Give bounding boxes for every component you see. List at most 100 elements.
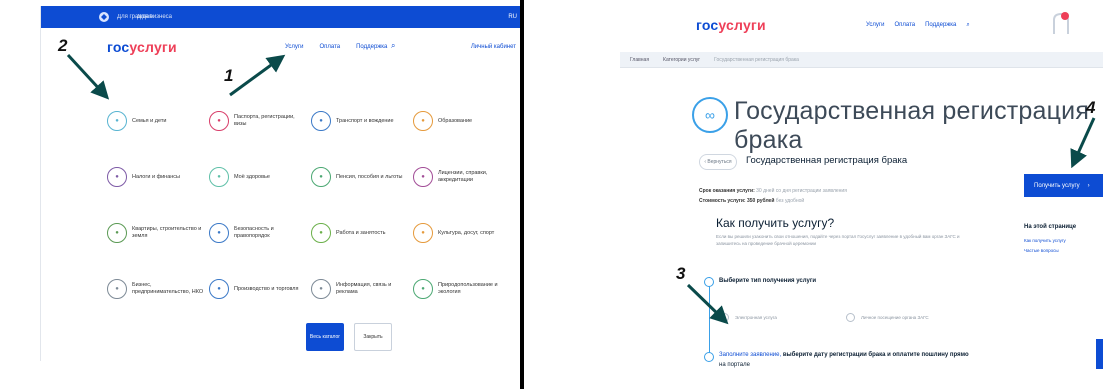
category-label: Культура, досуг, спорт — [438, 229, 495, 236]
category-label: Природопользование и экология — [438, 282, 498, 295]
cost-label: Стоимость услуги: 350 рублей — [699, 198, 775, 204]
category-label: Бизнес, предпринимательство, НКО — [132, 282, 204, 295]
all-catalog-button[interactable]: Весь каталог — [306, 323, 344, 351]
feedback-tab[interactable] — [1096, 339, 1103, 369]
nav-services[interactable]: Услуги — [285, 44, 303, 50]
step-1-title: Выберите тип получения услуги — [719, 278, 817, 284]
emblem-icon — [99, 12, 109, 22]
left-browser-frame: Для граждан Для бизнеса RU госуслуги Усл… — [40, 6, 520, 361]
radio-circle[interactable] — [846, 313, 855, 322]
how-to-heading: Как получить услугу? — [716, 216, 835, 230]
breadcrumb-current: Государственная регистрация брака — [714, 56, 799, 63]
gosuslugi-logo[interactable]: госуслуги — [107, 39, 177, 55]
annotation-2: 2 — [58, 36, 68, 55]
language-switch[interactable]: RU — [508, 14, 517, 20]
culture-icon: ● — [413, 223, 433, 243]
gosuslugi-logo[interactable]: госуслуги — [696, 17, 766, 33]
nav-payment[interactable]: Оплата — [894, 22, 915, 29]
top-bar: Для граждан Для бизнеса RU — [41, 6, 520, 28]
personal-cabinet-link[interactable]: Личный кабинет — [471, 44, 516, 50]
category-label: Моё здоровье — [234, 173, 270, 180]
step-2-text: Заполните заявление, выберите дату регис… — [719, 352, 969, 358]
category-item[interactable]: ● Моё здоровье — [209, 149, 311, 205]
category-item[interactable]: ● Природопользование и экология — [413, 261, 515, 317]
hide-button[interactable]: Закрыть — [354, 323, 392, 351]
category-item[interactable]: ● Паспорта, регистрации, визы — [209, 93, 311, 149]
production-icon: ● — [209, 279, 229, 299]
annotation-3: 3 — [676, 264, 686, 283]
work-icon: ● — [311, 223, 331, 243]
search-icon[interactable]: ⌕ — [966, 22, 969, 29]
on-page-link-faq[interactable]: Частые вопросы — [1024, 248, 1059, 253]
logo-part-gos: гос — [107, 39, 130, 55]
cost-value: без удобной — [775, 198, 805, 204]
service-cost: Стоимость услуги: 350 рублей без удобной — [699, 198, 804, 204]
site-header: госуслуги Услуги Оплата Поддержка ⌕ — [524, 0, 1103, 50]
step-2-continuation: на портале — [719, 362, 750, 368]
category-item[interactable]: ● Транспорт и вождение — [311, 93, 413, 149]
rings-icon: ∞ — [692, 97, 728, 133]
category-item[interactable]: ● Культура, досуг, спорт — [413, 205, 515, 261]
category-item[interactable]: ● Работа и занятость — [311, 205, 413, 261]
get-service-button[interactable]: Получить услугу › — [1024, 174, 1103, 197]
categories-grid: ● Семья и дети ● Паспорта, регистрации, виз… — [107, 93, 517, 317]
nav-support[interactable]: Поддержка — [925, 22, 956, 29]
category-label: Квартиры, строительство и земля — [132, 226, 202, 239]
right-screenshot: госуслуги Услуги Оплата Поддержка ⌕ Глав… — [524, 0, 1103, 389]
category-item[interactable]: ● Информация, связь и реклама — [311, 261, 413, 317]
breadcrumb-home[interactable]: Главная — [630, 57, 649, 63]
category-label: Образование — [438, 117, 473, 124]
term-label: Срок оказания услуги: — [699, 188, 755, 194]
category-item[interactable]: ● Бизнес, предпринимательство, НКО — [107, 261, 209, 317]
page-title: Государственная регистрация брака — [734, 97, 1090, 154]
category-item[interactable]: ● Налоги и финансы — [107, 149, 209, 205]
back-button[interactable]: ‹ Вернуться — [699, 154, 737, 170]
radio-label: Электронная услуга — [735, 315, 777, 320]
category-label: Налоги и финансы — [132, 173, 181, 180]
radio-label: Личное посещение органа ЗАГС — [861, 315, 929, 320]
education-icon: ● — [413, 111, 433, 131]
category-label: Транспорт и вождение — [336, 117, 394, 124]
topbar-item-business[interactable]: Для бизнеса — [137, 14, 172, 20]
category-item[interactable]: ● Образование — [413, 93, 515, 149]
info-icon: ● — [311, 279, 331, 299]
category-item[interactable]: ● Семья и дети — [107, 93, 209, 149]
radio-in-person[interactable]: Личное посещение органа ЗАГС — [846, 313, 929, 322]
logo-part-gos: гос — [696, 17, 719, 33]
category-label: Производство и торговля — [234, 285, 299, 292]
breadcrumb-categories[interactable]: Категории услуг — [663, 57, 700, 63]
taxes-icon: ● — [107, 167, 127, 187]
on-this-page-heading: На этой странице — [1024, 224, 1077, 230]
category-item[interactable]: ● Пенсия, пособия и льготы — [311, 149, 413, 205]
ecology-icon: ● — [413, 279, 433, 299]
nav-support[interactable]: Поддержка — [356, 44, 387, 50]
user-avatar-icon[interactable] — [1050, 10, 1072, 36]
category-label: Семья и дети — [132, 117, 167, 124]
left-screenshot: Для граждан Для бизнеса RU госуслуги Усл… — [0, 0, 520, 389]
breadcrumb: Главная Категории услуг Государственная … — [620, 52, 1103, 68]
category-label: Информация, связь и реклама — [336, 282, 392, 295]
steps-line — [709, 277, 710, 357]
housing-icon: ● — [107, 223, 127, 243]
category-item[interactable]: ● Лицензии, справки, аккредитации — [413, 149, 515, 205]
radio-circle[interactable] — [720, 313, 729, 322]
step-1-marker — [704, 277, 714, 287]
health-icon: ● — [209, 167, 229, 187]
license-icon: ● — [413, 167, 433, 187]
get-service-label: Получить услугу — [1034, 182, 1080, 189]
step-2-description: выберите дату регистрации брака и оплати… — [782, 352, 969, 358]
fill-application-link[interactable]: Заполните заявление, — [719, 352, 781, 358]
category-label: Лицензии, справки, аккредитации — [438, 170, 488, 183]
how-to-text: Если вы решили узаконить свои отношения,… — [716, 234, 960, 246]
category-item[interactable]: ● Безопасность и правопорядок — [209, 205, 311, 261]
nav-payment[interactable]: Оплата — [319, 44, 340, 50]
on-page-link-how[interactable]: Как получить услугу — [1024, 238, 1066, 243]
annotation-4: 4 — [1086, 98, 1096, 117]
search-icon[interactable]: ⌕ — [391, 41, 395, 51]
radio-electronic[interactable]: Электронная услуга — [720, 313, 777, 322]
category-item[interactable]: ● Квартиры, строительство и земля — [107, 205, 209, 261]
nav-services[interactable]: Услуги — [866, 22, 884, 29]
category-label: Пенсия, пособия и льготы — [336, 173, 403, 180]
category-label: Безопасность и правопорядок — [234, 226, 274, 239]
category-item[interactable]: ● Производство и торговля — [209, 261, 311, 317]
